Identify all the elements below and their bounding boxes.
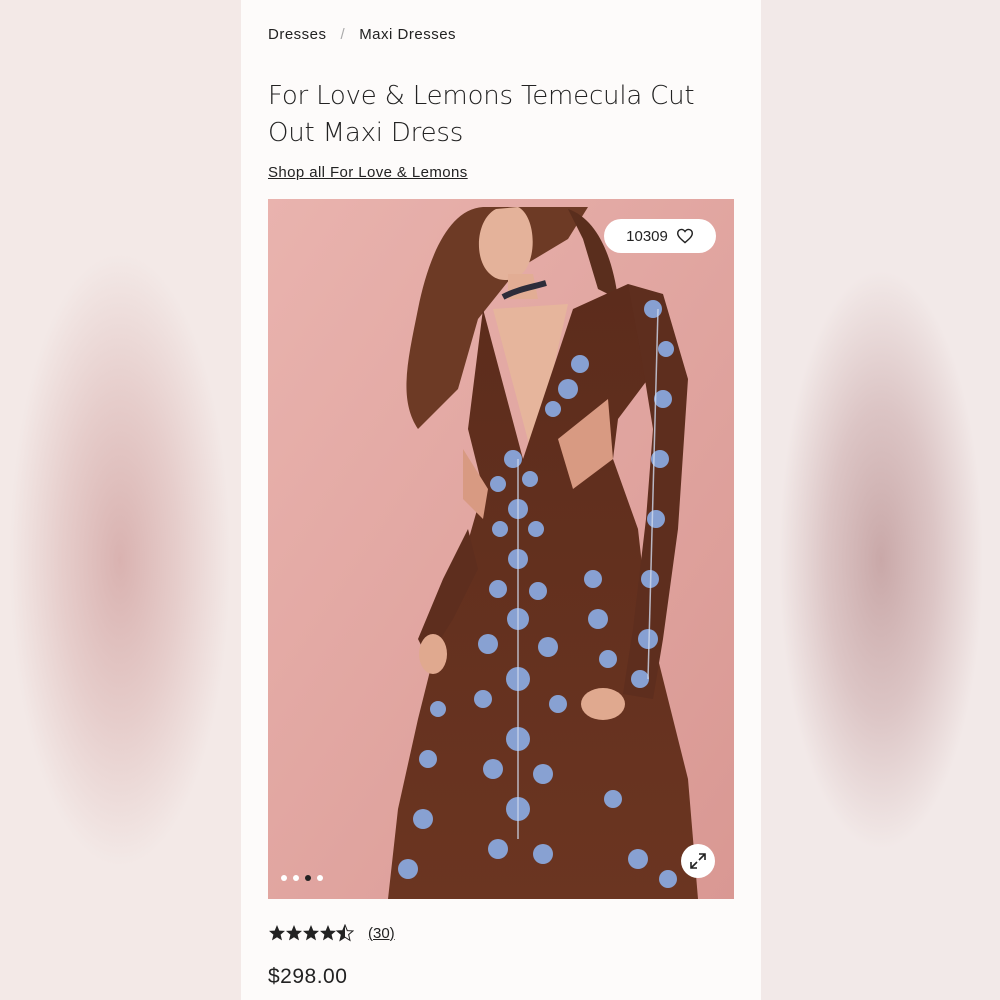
product-title: For Love & Lemons Temecula Cut Out Maxi …: [268, 81, 695, 148]
gallery-dot-3[interactable]: [305, 875, 311, 881]
background-left: [0, 0, 241, 1000]
product-price: $298.00: [268, 965, 348, 988]
product-panel: Dresses / Maxi Dresses For Love & Lemons T…: [241, 0, 761, 1000]
rating-stars: [268, 924, 354, 942]
background-right: [761, 0, 1000, 1000]
shop-brand-link[interactable]: Shop all For Love & Lemons: [268, 164, 468, 181]
review-count-link[interactable]: (30): [368, 925, 395, 942]
gallery-dot-2[interactable]: [293, 875, 299, 881]
heart-icon: [676, 228, 693, 244]
rating[interactable]: (30): [268, 924, 395, 942]
gallery-dot-1[interactable]: [281, 875, 287, 881]
breadcrumb-item-maxi-dresses[interactable]: Maxi Dresses: [359, 26, 456, 43]
dress-photo: [268, 199, 734, 899]
star-icon: [269, 924, 354, 942]
gallery-dots: [281, 875, 323, 881]
like-counter[interactable]: 10309: [604, 219, 716, 253]
breadcrumb: Dresses / Maxi Dresses: [268, 26, 456, 43]
gallery-dot-4[interactable]: [317, 875, 323, 881]
breadcrumb-item-dresses[interactable]: Dresses: [268, 26, 327, 43]
like-count: 10309: [626, 227, 668, 245]
expand-button[interactable]: [681, 844, 715, 878]
product-image[interactable]: 10309: [268, 199, 734, 899]
breadcrumb-separator: /: [340, 26, 346, 43]
expand-icon: [690, 853, 706, 869]
